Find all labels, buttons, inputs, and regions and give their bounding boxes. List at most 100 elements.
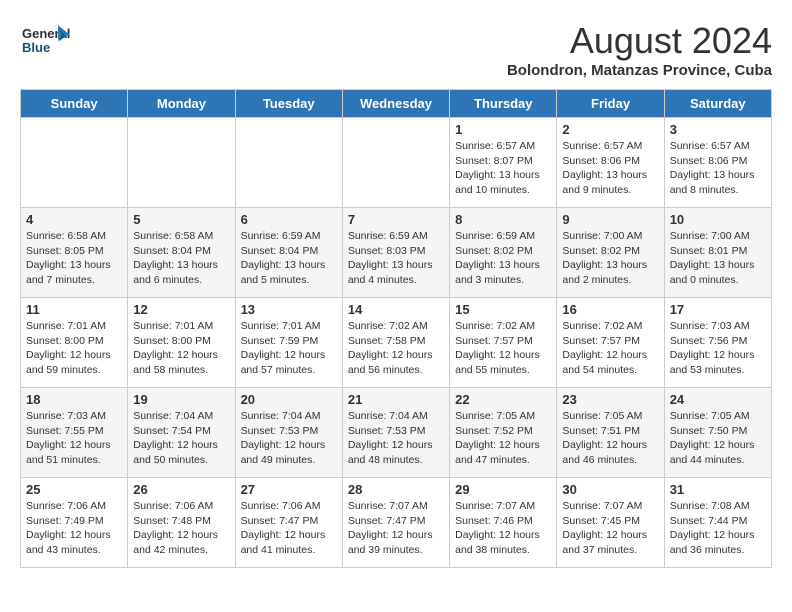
col-sunday: Sunday xyxy=(21,90,128,118)
calendar-cell: 30 Sunrise: 7:07 AM Sunset: 7:45 PM Dayli… xyxy=(557,478,664,568)
day-info: Sunrise: 7:02 AM Sunset: 7:57 PM Dayligh… xyxy=(562,319,658,378)
day-number: 21 xyxy=(348,392,444,407)
day-info: Sunrise: 6:57 AM Sunset: 8:06 PM Dayligh… xyxy=(670,139,766,198)
calendar-cell: 6 Sunrise: 6:59 AM Sunset: 8:04 PM Daylig… xyxy=(235,208,342,298)
page-header: General Blue August 2024 Bolondron, Mata… xyxy=(20,20,772,79)
col-saturday: Saturday xyxy=(664,90,771,118)
day-info: Sunrise: 7:07 AM Sunset: 7:45 PM Dayligh… xyxy=(562,499,658,558)
calendar-cell: 31 Sunrise: 7:08 AM Sunset: 7:44 PM Dayli… xyxy=(664,478,771,568)
day-info: Sunrise: 6:57 AM Sunset: 8:06 PM Dayligh… xyxy=(562,139,658,198)
calendar-cell: 20Sunrise: 7:04 AM Sunset: 7:53 PM Dayli… xyxy=(235,388,342,478)
day-number: 17 xyxy=(670,302,766,317)
calendar-week-2: 4 Sunrise: 6:58 AM Sunset: 8:05 PM Daylig… xyxy=(21,208,772,298)
day-number: 13 xyxy=(241,302,337,317)
calendar-cell xyxy=(342,118,449,208)
day-info: Sunrise: 7:01 AM Sunset: 8:00 PM Dayligh… xyxy=(26,319,122,378)
day-info: Sunrise: 6:59 AM Sunset: 8:03 PM Dayligh… xyxy=(348,229,444,288)
calendar-cell: 29 Sunrise: 7:07 AM Sunset: 7:46 PM Dayli… xyxy=(450,478,557,568)
day-info: Sunrise: 7:00 AM Sunset: 8:01 PM Dayligh… xyxy=(670,229,766,288)
day-number: 29 xyxy=(455,482,551,497)
day-number: 26 xyxy=(133,482,229,497)
calendar-cell: 14Sunrise: 7:02 AM Sunset: 7:58 PM Dayli… xyxy=(342,298,449,388)
calendar-cell: 13Sunrise: 7:01 AM Sunset: 7:59 PM Dayli… xyxy=(235,298,342,388)
calendar-cell: 28Sunrise: 7:07 AM Sunset: 7:47 PM Dayli… xyxy=(342,478,449,568)
day-number: 5 xyxy=(133,212,229,227)
day-info: Sunrise: 7:06 AM Sunset: 7:49 PM Dayligh… xyxy=(26,499,122,558)
calendar-title: August 2024 xyxy=(507,20,772,62)
day-info: Sunrise: 7:05 AM Sunset: 7:52 PM Dayligh… xyxy=(455,409,551,468)
day-info: Sunrise: 7:04 AM Sunset: 7:53 PM Dayligh… xyxy=(241,409,337,468)
calendar-cell: 16 Sunrise: 7:02 AM Sunset: 7:57 PM Dayli… xyxy=(557,298,664,388)
day-number: 31 xyxy=(670,482,766,497)
calendar-week-1: 1Sunrise: 6:57 AM Sunset: 8:07 PM Daylig… xyxy=(21,118,772,208)
day-number: 19 xyxy=(133,392,229,407)
day-number: 16 xyxy=(562,302,658,317)
day-info: Sunrise: 7:02 AM Sunset: 7:58 PM Dayligh… xyxy=(348,319,444,378)
calendar-cell xyxy=(128,118,235,208)
day-info: Sunrise: 7:07 AM Sunset: 7:47 PM Dayligh… xyxy=(348,499,444,558)
day-info: Sunrise: 7:05 AM Sunset: 7:51 PM Dayligh… xyxy=(562,409,658,468)
calendar-cell: 18Sunrise: 7:03 AM Sunset: 7:55 PM Dayli… xyxy=(21,388,128,478)
calendar-cell: 25Sunrise: 7:06 AM Sunset: 7:49 PM Dayli… xyxy=(21,478,128,568)
day-number: 4 xyxy=(26,212,122,227)
day-number: 22 xyxy=(455,392,551,407)
calendar-cell: 8 Sunrise: 6:59 AM Sunset: 8:02 PM Daylig… xyxy=(450,208,557,298)
col-thursday: Thursday xyxy=(450,90,557,118)
day-info: Sunrise: 7:06 AM Sunset: 7:47 PM Dayligh… xyxy=(241,499,337,558)
calendar-cell: 26 Sunrise: 7:06 AM Sunset: 7:48 PM Dayli… xyxy=(128,478,235,568)
day-info: Sunrise: 7:02 AM Sunset: 7:57 PM Dayligh… xyxy=(455,319,551,378)
calendar-week-5: 25Sunrise: 7:06 AM Sunset: 7:49 PM Dayli… xyxy=(21,478,772,568)
logo-graphic: General Blue xyxy=(20,20,70,70)
day-number: 10 xyxy=(670,212,766,227)
day-info: Sunrise: 7:04 AM Sunset: 7:54 PM Dayligh… xyxy=(133,409,229,468)
calendar-cell xyxy=(21,118,128,208)
day-number: 7 xyxy=(348,212,444,227)
day-info: Sunrise: 7:01 AM Sunset: 8:00 PM Dayligh… xyxy=(133,319,229,378)
day-info: Sunrise: 7:08 AM Sunset: 7:44 PM Dayligh… xyxy=(670,499,766,558)
day-number: 6 xyxy=(241,212,337,227)
calendar-cell: 9Sunrise: 7:00 AM Sunset: 8:02 PM Daylig… xyxy=(557,208,664,298)
col-friday: Friday xyxy=(557,90,664,118)
day-info: Sunrise: 7:06 AM Sunset: 7:48 PM Dayligh… xyxy=(133,499,229,558)
day-number: 24 xyxy=(670,392,766,407)
calendar-cell: 21 Sunrise: 7:04 AM Sunset: 7:53 PM Dayli… xyxy=(342,388,449,478)
day-info: Sunrise: 6:59 AM Sunset: 8:04 PM Dayligh… xyxy=(241,229,337,288)
col-tuesday: Tuesday xyxy=(235,90,342,118)
day-info: Sunrise: 6:59 AM Sunset: 8:02 PM Dayligh… xyxy=(455,229,551,288)
calendar-table: Sunday Monday Tuesday Wednesday Thursday… xyxy=(20,89,772,568)
calendar-cell: 3 Sunrise: 6:57 AM Sunset: 8:06 PM Daylig… xyxy=(664,118,771,208)
day-number: 8 xyxy=(455,212,551,227)
day-info: Sunrise: 7:05 AM Sunset: 7:50 PM Dayligh… xyxy=(670,409,766,468)
calendar-cell: 22 Sunrise: 7:05 AM Sunset: 7:52 PM Dayli… xyxy=(450,388,557,478)
day-number: 23 xyxy=(562,392,658,407)
day-number: 12 xyxy=(133,302,229,317)
calendar-cell: 4 Sunrise: 6:58 AM Sunset: 8:05 PM Daylig… xyxy=(21,208,128,298)
day-info: Sunrise: 6:58 AM Sunset: 8:05 PM Dayligh… xyxy=(26,229,122,288)
calendar-cell: 15 Sunrise: 7:02 AM Sunset: 7:57 PM Dayli… xyxy=(450,298,557,388)
day-number: 3 xyxy=(670,122,766,137)
day-number: 27 xyxy=(241,482,337,497)
calendar-cell xyxy=(235,118,342,208)
calendar-cell: 17 Sunrise: 7:03 AM Sunset: 7:56 PM Dayli… xyxy=(664,298,771,388)
calendar-cell: 5 Sunrise: 6:58 AM Sunset: 8:04 PM Daylig… xyxy=(128,208,235,298)
day-number: 2 xyxy=(562,122,658,137)
day-number: 11 xyxy=(26,302,122,317)
day-number: 9 xyxy=(562,212,658,227)
day-number: 15 xyxy=(455,302,551,317)
calendar-cell: 19 Sunrise: 7:04 AM Sunset: 7:54 PM Dayli… xyxy=(128,388,235,478)
calendar-week-4: 18Sunrise: 7:03 AM Sunset: 7:55 PM Dayli… xyxy=(21,388,772,478)
day-info: Sunrise: 6:57 AM Sunset: 8:07 PM Dayligh… xyxy=(455,139,551,198)
day-info: Sunrise: 7:07 AM Sunset: 7:46 PM Dayligh… xyxy=(455,499,551,558)
calendar-cell: 1Sunrise: 6:57 AM Sunset: 8:07 PM Daylig… xyxy=(450,118,557,208)
calendar-cell: 2 Sunrise: 6:57 AM Sunset: 8:06 PM Daylig… xyxy=(557,118,664,208)
calendar-cell: 11 Sunrise: 7:01 AM Sunset: 8:00 PM Dayli… xyxy=(21,298,128,388)
logo: General Blue xyxy=(20,20,70,70)
day-info: Sunrise: 6:58 AM Sunset: 8:04 PM Dayligh… xyxy=(133,229,229,288)
day-info: Sunrise: 7:03 AM Sunset: 7:56 PM Dayligh… xyxy=(670,319,766,378)
day-info: Sunrise: 7:04 AM Sunset: 7:53 PM Dayligh… xyxy=(348,409,444,468)
calendar-week-3: 11 Sunrise: 7:01 AM Sunset: 8:00 PM Dayli… xyxy=(21,298,772,388)
col-monday: Monday xyxy=(128,90,235,118)
header-row: Sunday Monday Tuesday Wednesday Thursday… xyxy=(21,90,772,118)
day-number: 30 xyxy=(562,482,658,497)
calendar-cell: 23 Sunrise: 7:05 AM Sunset: 7:51 PM Dayli… xyxy=(557,388,664,478)
